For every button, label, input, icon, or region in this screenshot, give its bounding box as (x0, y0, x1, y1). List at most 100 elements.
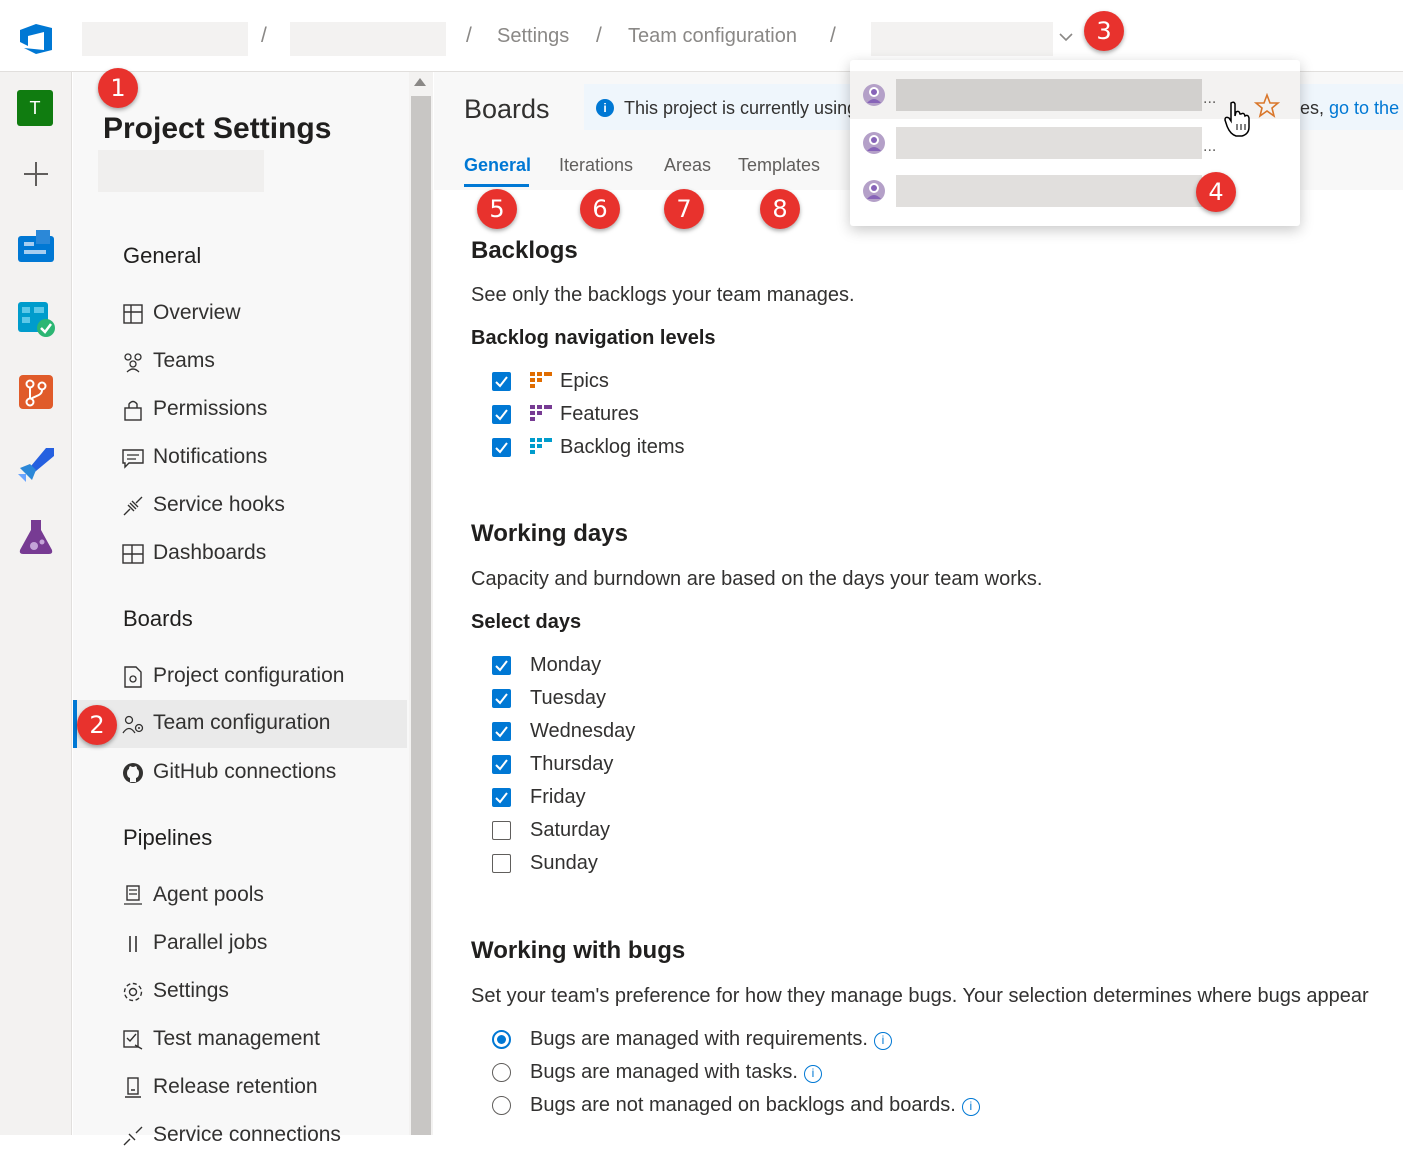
nav-item-teams[interactable]: Teams (73, 338, 407, 386)
nav-item-label: Service hooks (153, 493, 285, 516)
nav-item-label: Notifications (153, 445, 268, 468)
nav-item-service-hooks[interactable]: Service hooks (73, 482, 407, 530)
nav-item-github-connections[interactable]: GitHub connections (73, 749, 407, 797)
backlog-levels-heading: Backlog navigation levels (471, 327, 716, 349)
nav-item-label: Parallel jobs (153, 931, 268, 954)
tab-iterations[interactable]: Iterations (559, 155, 633, 176)
tab-areas[interactable]: Areas (664, 155, 711, 176)
bugs-not-managed-radio[interactable] (492, 1096, 511, 1115)
boards-app-icon[interactable] (16, 298, 56, 338)
team-name-redacted (896, 79, 1202, 111)
lock-icon (124, 400, 142, 421)
nav-item-test-management[interactable]: Test management (73, 1016, 407, 1064)
breadcrumb-org-redacted[interactable] (82, 22, 248, 56)
epics-checkbox[interactable] (492, 372, 511, 391)
working-days-description: Capacity and burndown are based on the d… (471, 568, 1043, 590)
breadcrumb-team-configuration[interactable]: Team configuration (628, 25, 797, 48)
callout-marker-2: 2 (77, 705, 117, 745)
nav-item-parallel-jobs[interactable]: Parallel jobs (73, 920, 407, 968)
sunday-label: Sunday (530, 852, 598, 874)
settings-nav: Project Settings General Overview Teams … (73, 72, 409, 1146)
chevron-down-icon[interactable] (1057, 28, 1075, 46)
nav-title: Project Settings (103, 112, 332, 145)
project-avatar[interactable]: T (17, 90, 53, 126)
azure-devops-logo-icon[interactable] (16, 20, 56, 56)
backlog-items-icon (530, 438, 552, 454)
info-icon[interactable]: i (961, 1098, 980, 1116)
saturday-checkbox[interactable] (492, 821, 511, 840)
callout-marker-1: 1 (98, 68, 138, 108)
hand-cursor-icon (1224, 101, 1250, 137)
thursday-checkbox[interactable] (492, 755, 511, 774)
breadcrumb-separator: / (466, 24, 472, 47)
more-ellipsis[interactable]: ... (1203, 90, 1216, 108)
bugs-option-row: Bugs are not managed on backlogs and boa… (530, 1094, 980, 1117)
nav-section-boards: Boards (123, 606, 193, 631)
project-config-icon (124, 666, 142, 688)
star-icon[interactable] (1254, 93, 1280, 119)
breadcrumb-settings[interactable]: Settings (497, 25, 569, 48)
saturday-label: Saturday (530, 819, 611, 841)
nav-item-label: Overview (153, 301, 241, 324)
team-config-icon (122, 715, 144, 734)
nav-item-label: Permissions (153, 397, 268, 420)
nav-section-general: General (123, 243, 202, 268)
friday-checkbox[interactable] (492, 788, 511, 807)
nav-item-label: Teams (153, 349, 215, 372)
test-plans-app-icon[interactable] (16, 516, 56, 556)
team-icon (863, 180, 885, 202)
backlogs-description: See only the backlogs your team manages. (471, 284, 855, 306)
breadcrumb-separator: / (596, 24, 602, 47)
nav-section-pipelines: Pipelines (123, 825, 213, 850)
nav-scrollbar-thumb[interactable] (411, 96, 431, 1135)
nav-item-release-retention[interactable]: Release retention (73, 1064, 407, 1112)
epics-label: Epics (560, 370, 609, 392)
tuesday-checkbox[interactable] (492, 689, 511, 708)
nav-item-settings[interactable]: Settings (73, 968, 407, 1016)
nav-item-team-configuration[interactable]: Team configuration (73, 700, 407, 748)
service-hooks-icon (123, 496, 143, 516)
tab-templates[interactable]: Templates (738, 155, 820, 176)
info-banner-link[interactable]: go to the (1329, 98, 1399, 118)
nav-item-permissions[interactable]: Permissions (73, 386, 407, 434)
plus-icon[interactable] (16, 154, 56, 194)
release-retention-icon (125, 1077, 141, 1098)
team-picker-redacted[interactable] (871, 22, 1053, 56)
overview-app-icon[interactable] (16, 226, 56, 266)
bugs-with-tasks-radio[interactable] (492, 1063, 511, 1082)
wednesday-label: Wednesday (530, 720, 636, 742)
scroll-up-arrow-icon[interactable] (414, 78, 426, 86)
parallel-jobs-icon (129, 936, 137, 952)
repos-app-icon[interactable] (16, 372, 56, 412)
nav-item-dashboards[interactable]: Dashboards (73, 530, 407, 578)
nav-item-notifications[interactable]: Notifications (73, 434, 407, 482)
nav-item-label: Dashboards (153, 541, 267, 564)
nav-item-overview[interactable]: Overview (73, 290, 407, 338)
nav-item-service-connections[interactable]: Service connections (73, 1112, 407, 1160)
bugs-with-requirements-radio[interactable] (492, 1030, 511, 1049)
more-ellipsis[interactable]: ... (1203, 138, 1216, 156)
bugs-option-label: Bugs are managed with tasks. (530, 1061, 798, 1083)
pipelines-app-icon[interactable] (16, 444, 56, 484)
team-name-redacted (896, 127, 1202, 159)
nav-item-agent-pools[interactable]: Agent pools (73, 872, 407, 920)
backlog-items-checkbox[interactable] (492, 438, 511, 457)
features-checkbox[interactable] (492, 405, 511, 424)
thursday-label: Thursday (530, 753, 614, 775)
breadcrumb-separator: / (830, 24, 836, 47)
wednesday-checkbox[interactable] (492, 722, 511, 741)
project-name-redacted (98, 150, 264, 192)
tuesday-label: Tuesday (530, 687, 606, 709)
callout-marker-7: 7 (664, 189, 704, 229)
tab-general[interactable]: General (464, 155, 531, 176)
monday-checkbox[interactable] (492, 656, 511, 675)
notifications-icon (122, 449, 144, 469)
breadcrumb-project-redacted[interactable] (290, 22, 446, 56)
bugs-option-label: Bugs are not managed on backlogs and boa… (530, 1094, 956, 1116)
sunday-checkbox[interactable] (492, 854, 511, 873)
agent-pools-icon (124, 885, 142, 905)
info-icon[interactable]: i (803, 1065, 822, 1083)
nav-item-project-configuration[interactable]: Project configuration (73, 653, 407, 701)
github-icon (123, 763, 143, 783)
info-icon[interactable]: i (873, 1032, 892, 1050)
